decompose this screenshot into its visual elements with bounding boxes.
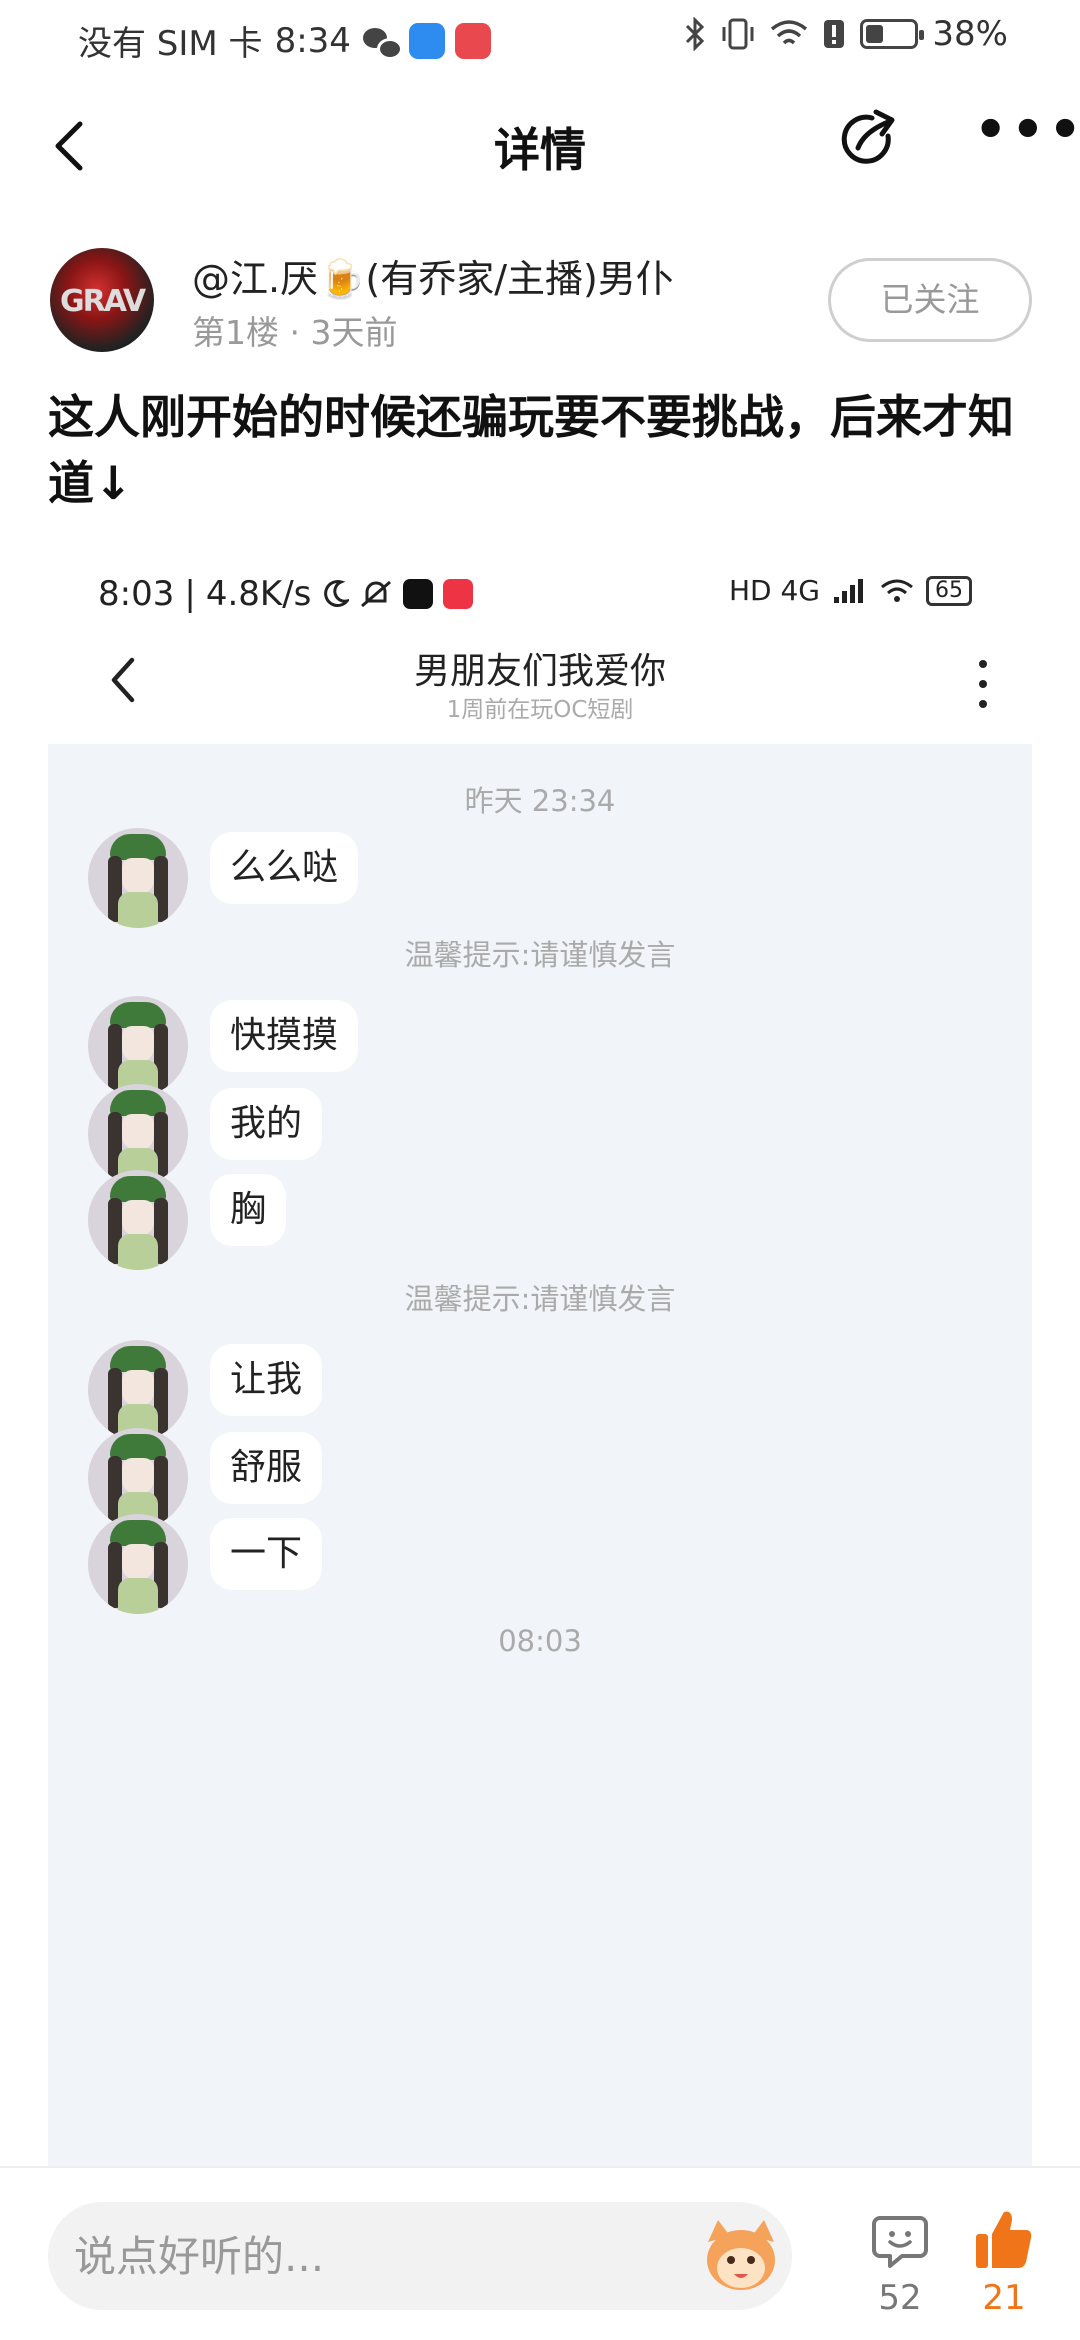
post-body: 这人刚开始的时候还骗玩要不要挑战，后来才知道↓ <box>48 390 1014 510</box>
chat-warning: 温馨提示:请谨慎发言 <box>404 1282 676 1316</box>
meta-separator: · <box>289 313 301 352</box>
moon-icon <box>324 580 350 607</box>
more-icon: ••• <box>974 100 1080 160</box>
follow-button[interactable]: 已关注 <box>828 258 1032 342</box>
xiaohongshu-app-icon <box>443 579 474 609</box>
wechat-icon <box>362 26 403 60</box>
battery-icon <box>860 19 925 49</box>
bluetooth-icon <box>686 17 705 51</box>
message-bubble: 快摸摸 <box>210 1000 359 1072</box>
bottom-bar: 52 21 <box>0 2166 1080 2340</box>
status-bar: 没有 SIM 卡 8:34 38% <box>0 0 1080 80</box>
inner-more-icon[interactable] <box>978 660 988 708</box>
alert-icon <box>824 20 845 48</box>
floor-label: 第1楼 <box>192 313 279 352</box>
notification-icons <box>362 22 491 60</box>
battery-fill <box>866 25 884 43</box>
wifi-icon <box>771 20 808 45</box>
author-username[interactable]: @江.厌🍺(有乔家/主播)男仆 <box>192 248 674 303</box>
more-button[interactable]: ••• <box>974 104 1080 170</box>
share-icon <box>841 109 895 164</box>
embedded-screenshot[interactable]: 8:03 | 4.8K/s HD 4G 65 男朋友们我爱你 1周前在玩OC短剧… <box>48 556 1032 2166</box>
status-right: 38% <box>684 14 1008 54</box>
character-avatar[interactable] <box>88 996 188 1096</box>
comment-input[interactable] <box>48 2202 792 2310</box>
chat-title: 男朋友们我爱你 <box>413 651 666 692</box>
character-avatar[interactable] <box>88 1340 188 1440</box>
tiktok-app-icon <box>403 579 434 609</box>
character-avatar[interactable] <box>88 1084 188 1184</box>
character-avatar[interactable] <box>88 1514 188 1614</box>
character-avatar[interactable] <box>88 1170 188 1270</box>
post-meta: 第1楼 · 3天前 <box>192 306 398 354</box>
comment-icon[interactable] <box>870 2212 930 2272</box>
mascot-emoji-icon[interactable] <box>700 2216 782 2296</box>
inner-wifi-icon <box>881 579 913 602</box>
nav-bar: 详情 ••• <box>0 90 1080 200</box>
clock: 8:34 <box>274 20 351 61</box>
vibrate-icon <box>722 18 754 50</box>
signal-icon <box>834 578 863 603</box>
chat-subtitle: 1周前在玩OC短剧 <box>446 697 634 723</box>
chat-timestamp: 08:03 <box>498 1624 582 1658</box>
chat-timestamp: 昨天 23:34 <box>464 784 616 818</box>
huawei-app-icon <box>454 22 491 59</box>
inner-status-right: HD 4G 65 <box>729 574 972 607</box>
message-bubble: 一下 <box>210 1518 323 1590</box>
page-title: 详情 <box>494 123 586 177</box>
message-bubble: 我的 <box>210 1088 323 1160</box>
message-bubble: 胸 <box>210 1174 287 1246</box>
mute-icon <box>361 580 392 608</box>
message-bubble: 让我 <box>210 1344 323 1416</box>
inner-battery: 65 <box>926 575 972 606</box>
author-avatar[interactable]: GRAV <box>50 248 154 352</box>
inner-network: HD 4G <box>728 574 820 607</box>
inner-clock: 8:03 <box>98 574 175 614</box>
message-bubble: 舒服 <box>210 1432 323 1504</box>
carrier-text: 没有 SIM 卡 <box>78 24 263 64</box>
character-avatar[interactable] <box>88 828 188 928</box>
character-avatar[interactable] <box>88 1428 188 1528</box>
chat-area: 昨天 23:34 么么哒 温馨提示:请谨慎发言 快摸摸 我的 胸 温馨提示:请谨… <box>48 744 1032 2166</box>
inner-status-left: 8:03 | 4.8K/s <box>98 574 474 614</box>
message-bubble: 么么哒 <box>210 832 359 904</box>
inner-speed: 4.8K/s <box>205 574 312 614</box>
weather-app-icon <box>408 22 445 59</box>
post-time: 3天前 <box>310 313 398 352</box>
chat-warning: 温馨提示:请谨慎发言 <box>404 938 676 972</box>
battery-percent: 38% <box>932 14 1008 54</box>
like-count: 21 <box>982 2278 1026 2318</box>
thumbs-up-icon[interactable] <box>974 2208 1034 2272</box>
share-button[interactable] <box>836 108 900 172</box>
comment-count: 52 <box>878 2278 922 2318</box>
status-left: 没有 SIM 卡 8:34 <box>78 16 491 65</box>
